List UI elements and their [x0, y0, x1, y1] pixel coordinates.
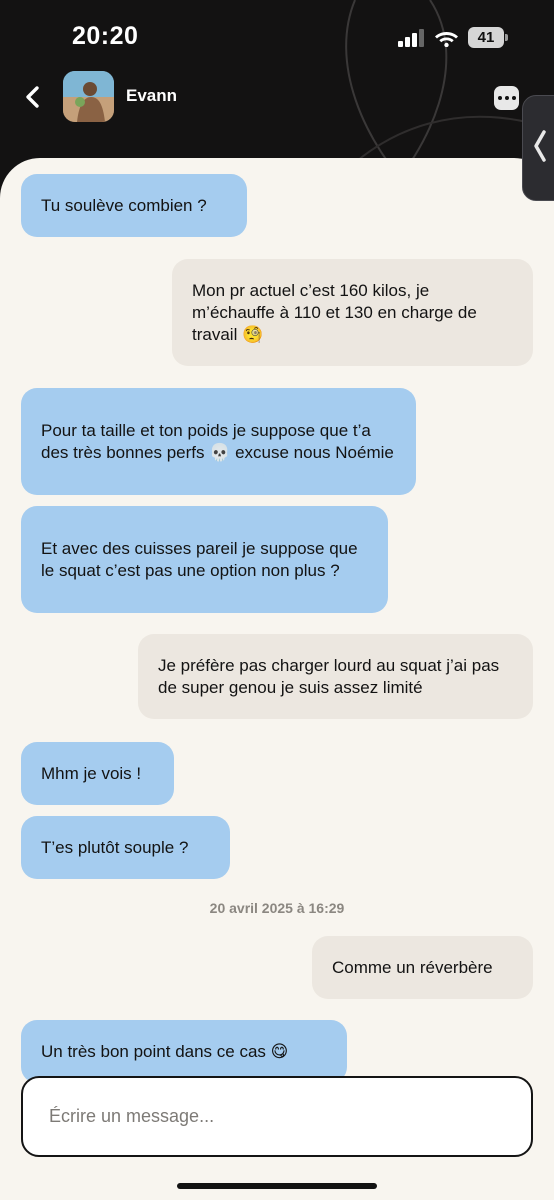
status-icons: 41	[398, 27, 508, 48]
battery-icon: 41	[468, 27, 508, 48]
side-panel-handle[interactable]	[522, 95, 554, 201]
message-bubble-incoming: Et avec des cuisses pareil je suppose qu…	[21, 506, 388, 613]
wifi-icon	[435, 31, 458, 47]
message-input[interactable]	[49, 1106, 505, 1127]
message-bubble-outgoing: Comme un réverbère	[312, 936, 533, 999]
message-bubble-outgoing: Je préfère pas charger lourd au squat j’…	[138, 634, 533, 719]
more-options-icon[interactable]	[494, 86, 519, 110]
contact-name[interactable]: Evann	[126, 86, 177, 106]
status-time: 20:20	[72, 22, 139, 50]
chat-thread[interactable]: Tu soulève combien ? Mon pr actuel c’est…	[0, 158, 554, 1200]
avatar-photo	[63, 71, 114, 122]
message-timestamp: 20 avril 2025 à 16:29	[209, 900, 345, 916]
chevron-left-icon	[534, 130, 546, 162]
message-bubble-incoming: Pour ta taille et ton poids je suppose q…	[21, 388, 416, 495]
message-bubble-incoming: Un très bon point dans ce cas 😋	[21, 1020, 347, 1083]
back-arrow-icon[interactable]	[20, 82, 46, 112]
avatar[interactable]	[63, 71, 114, 122]
message-bubble-outgoing: Mon pr actuel c’est 160 kilos, je m’écha…	[172, 259, 533, 366]
signal-icon	[398, 28, 424, 47]
message-bubble-incoming: Mhm je vois !	[21, 742, 174, 805]
message-composer[interactable]	[21, 1076, 533, 1157]
message-bubble-incoming: T’es plutôt souple ?	[21, 816, 230, 879]
message-bubble-incoming: Tu soulève combien ?	[21, 174, 247, 237]
home-indicator	[177, 1183, 377, 1189]
